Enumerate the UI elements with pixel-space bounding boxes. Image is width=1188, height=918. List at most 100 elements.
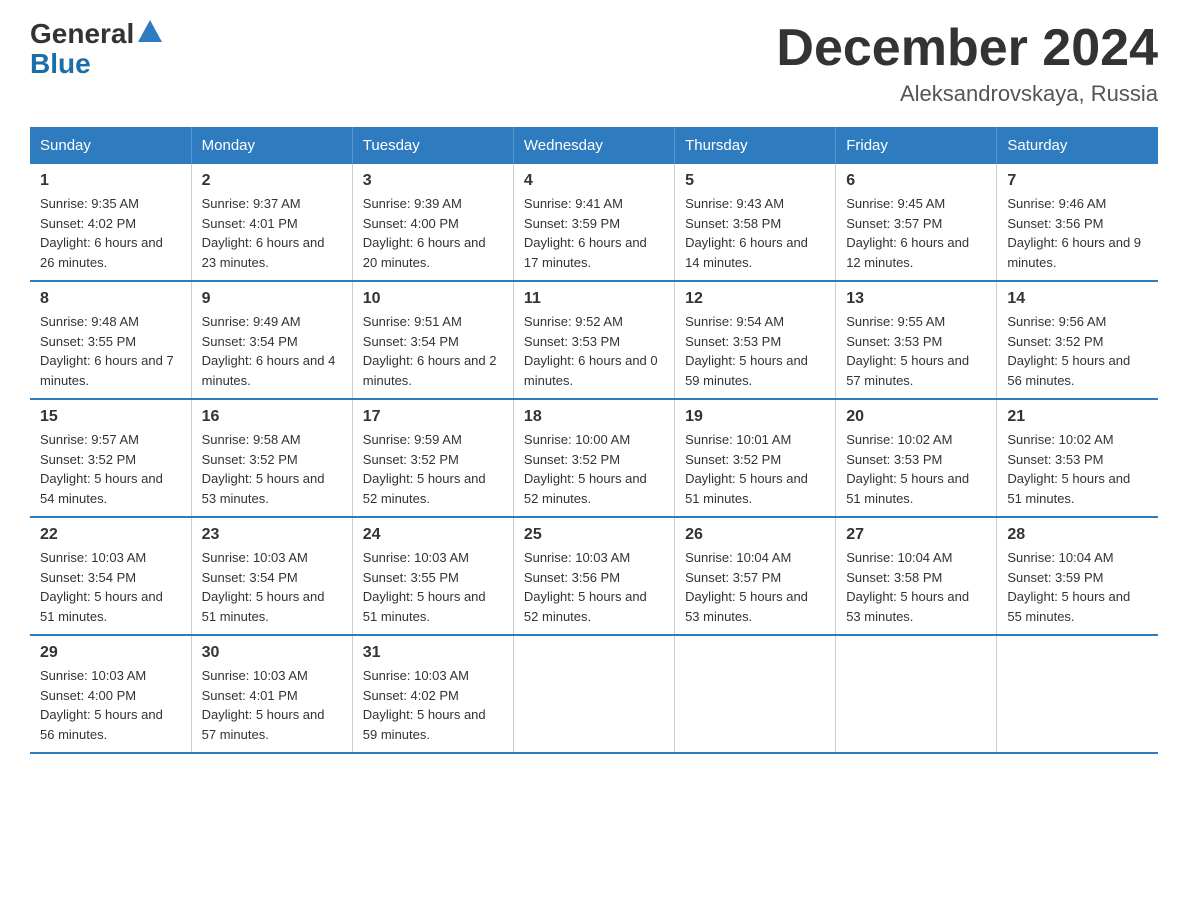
day-number: 19 [685, 408, 825, 426]
day-number: 9 [202, 290, 342, 308]
calendar-week-row: 8 Sunrise: 9:48 AM Sunset: 3:55 PM Dayli… [30, 281, 1158, 399]
calendar-day-cell: 6 Sunrise: 9:45 AM Sunset: 3:57 PM Dayli… [836, 164, 997, 281]
calendar-day-cell: 23 Sunrise: 10:03 AM Sunset: 3:54 PM Day… [191, 517, 352, 635]
day-number: 11 [524, 290, 664, 308]
calendar-day-cell: 19 Sunrise: 10:01 AM Sunset: 3:52 PM Day… [675, 399, 836, 517]
weekday-header-row: SundayMondayTuesdayWednesdayThursdayFrid… [30, 127, 1158, 164]
day-info: Sunrise: 10:03 AM Sunset: 4:00 PM Daylig… [40, 666, 181, 744]
day-info: Sunrise: 10:03 AM Sunset: 3:54 PM Daylig… [40, 548, 181, 626]
calendar-day-cell: 20 Sunrise: 10:02 AM Sunset: 3:53 PM Day… [836, 399, 997, 517]
calendar-day-cell [513, 635, 674, 753]
calendar-day-cell: 29 Sunrise: 10:03 AM Sunset: 4:00 PM Day… [30, 635, 191, 753]
weekday-header: Sunday [30, 127, 191, 164]
day-info: Sunrise: 10:04 AM Sunset: 3:59 PM Daylig… [1007, 548, 1148, 626]
calendar-day-cell: 8 Sunrise: 9:48 AM Sunset: 3:55 PM Dayli… [30, 281, 191, 399]
calendar-day-cell: 28 Sunrise: 10:04 AM Sunset: 3:59 PM Day… [997, 517, 1158, 635]
day-number: 7 [1007, 172, 1148, 190]
calendar-day-cell: 16 Sunrise: 9:58 AM Sunset: 3:52 PM Dayl… [191, 399, 352, 517]
calendar-day-cell: 7 Sunrise: 9:46 AM Sunset: 3:56 PM Dayli… [997, 164, 1158, 281]
calendar-day-cell: 10 Sunrise: 9:51 AM Sunset: 3:54 PM Dayl… [352, 281, 513, 399]
day-info: Sunrise: 9:56 AM Sunset: 3:52 PM Dayligh… [1007, 312, 1148, 390]
calendar-day-cell: 18 Sunrise: 10:00 AM Sunset: 3:52 PM Day… [513, 399, 674, 517]
day-number: 17 [363, 408, 503, 426]
day-number: 6 [846, 172, 986, 190]
day-number: 18 [524, 408, 664, 426]
calendar-week-row: 1 Sunrise: 9:35 AM Sunset: 4:02 PM Dayli… [30, 164, 1158, 281]
calendar-day-cell: 25 Sunrise: 10:03 AM Sunset: 3:56 PM Day… [513, 517, 674, 635]
day-info: Sunrise: 9:41 AM Sunset: 3:59 PM Dayligh… [524, 194, 664, 272]
weekday-header: Saturday [997, 127, 1158, 164]
calendar-day-cell: 17 Sunrise: 9:59 AM Sunset: 3:52 PM Dayl… [352, 399, 513, 517]
day-info: Sunrise: 9:39 AM Sunset: 4:00 PM Dayligh… [363, 194, 503, 272]
day-info: Sunrise: 10:03 AM Sunset: 3:54 PM Daylig… [202, 548, 342, 626]
day-number: 16 [202, 408, 342, 426]
day-number: 31 [363, 644, 503, 662]
calendar-day-cell: 26 Sunrise: 10:04 AM Sunset: 3:57 PM Day… [675, 517, 836, 635]
calendar-day-cell: 11 Sunrise: 9:52 AM Sunset: 3:53 PM Dayl… [513, 281, 674, 399]
calendar-week-row: 22 Sunrise: 10:03 AM Sunset: 3:54 PM Day… [30, 517, 1158, 635]
calendar-day-cell: 2 Sunrise: 9:37 AM Sunset: 4:01 PM Dayli… [191, 164, 352, 281]
day-info: Sunrise: 9:57 AM Sunset: 3:52 PM Dayligh… [40, 430, 181, 508]
calendar-day-cell: 4 Sunrise: 9:41 AM Sunset: 3:59 PM Dayli… [513, 164, 674, 281]
location-text: Aleksandrovskaya, Russia [776, 81, 1158, 107]
calendar-day-cell: 31 Sunrise: 10:03 AM Sunset: 4:02 PM Day… [352, 635, 513, 753]
day-number: 24 [363, 526, 503, 544]
day-number: 21 [1007, 408, 1148, 426]
calendar-week-row: 29 Sunrise: 10:03 AM Sunset: 4:00 PM Day… [30, 635, 1158, 753]
day-number: 12 [685, 290, 825, 308]
day-info: Sunrise: 10:02 AM Sunset: 3:53 PM Daylig… [1007, 430, 1148, 508]
day-number: 14 [1007, 290, 1148, 308]
calendar-table: SundayMondayTuesdayWednesdayThursdayFrid… [30, 127, 1158, 754]
calendar-day-cell [997, 635, 1158, 753]
day-info: Sunrise: 9:46 AM Sunset: 3:56 PM Dayligh… [1007, 194, 1148, 272]
day-number: 2 [202, 172, 342, 190]
day-info: Sunrise: 10:04 AM Sunset: 3:58 PM Daylig… [846, 548, 986, 626]
calendar-day-cell: 3 Sunrise: 9:39 AM Sunset: 4:00 PM Dayli… [352, 164, 513, 281]
day-number: 10 [363, 290, 503, 308]
logo-blue-text: Blue [30, 48, 91, 80]
weekday-header: Thursday [675, 127, 836, 164]
calendar-day-cell: 27 Sunrise: 10:04 AM Sunset: 3:58 PM Day… [836, 517, 997, 635]
day-info: Sunrise: 9:55 AM Sunset: 3:53 PM Dayligh… [846, 312, 986, 390]
calendar-day-cell: 22 Sunrise: 10:03 AM Sunset: 3:54 PM Day… [30, 517, 191, 635]
day-info: Sunrise: 10:02 AM Sunset: 3:53 PM Daylig… [846, 430, 986, 508]
day-info: Sunrise: 9:45 AM Sunset: 3:57 PM Dayligh… [846, 194, 986, 272]
day-info: Sunrise: 10:01 AM Sunset: 3:52 PM Daylig… [685, 430, 825, 508]
page-header: General Blue December 2024 Aleksandrovsk… [30, 20, 1158, 107]
day-number: 5 [685, 172, 825, 190]
weekday-header: Wednesday [513, 127, 674, 164]
logo: General Blue [30, 20, 164, 80]
day-info: Sunrise: 9:52 AM Sunset: 3:53 PM Dayligh… [524, 312, 664, 390]
calendar-day-cell: 5 Sunrise: 9:43 AM Sunset: 3:58 PM Dayli… [675, 164, 836, 281]
calendar-day-cell: 12 Sunrise: 9:54 AM Sunset: 3:53 PM Dayl… [675, 281, 836, 399]
day-number: 1 [40, 172, 181, 190]
day-number: 26 [685, 526, 825, 544]
day-number: 30 [202, 644, 342, 662]
calendar-day-cell: 15 Sunrise: 9:57 AM Sunset: 3:52 PM Dayl… [30, 399, 191, 517]
title-block: December 2024 Aleksandrovskaya, Russia [776, 20, 1158, 107]
day-number: 29 [40, 644, 181, 662]
calendar-day-cell: 9 Sunrise: 9:49 AM Sunset: 3:54 PM Dayli… [191, 281, 352, 399]
day-info: Sunrise: 10:03 AM Sunset: 4:01 PM Daylig… [202, 666, 342, 744]
weekday-header: Monday [191, 127, 352, 164]
weekday-header: Friday [836, 127, 997, 164]
day-info: Sunrise: 9:54 AM Sunset: 3:53 PM Dayligh… [685, 312, 825, 390]
day-info: Sunrise: 9:49 AM Sunset: 3:54 PM Dayligh… [202, 312, 342, 390]
day-info: Sunrise: 9:51 AM Sunset: 3:54 PM Dayligh… [363, 312, 503, 390]
day-info: Sunrise: 10:04 AM Sunset: 3:57 PM Daylig… [685, 548, 825, 626]
day-info: Sunrise: 9:43 AM Sunset: 3:58 PM Dayligh… [685, 194, 825, 272]
day-number: 15 [40, 408, 181, 426]
calendar-day-cell: 24 Sunrise: 10:03 AM Sunset: 3:55 PM Day… [352, 517, 513, 635]
calendar-day-cell: 1 Sunrise: 9:35 AM Sunset: 4:02 PM Dayli… [30, 164, 191, 281]
calendar-day-cell: 21 Sunrise: 10:02 AM Sunset: 3:53 PM Day… [997, 399, 1158, 517]
day-info: Sunrise: 9:48 AM Sunset: 3:55 PM Dayligh… [40, 312, 181, 390]
day-number: 3 [363, 172, 503, 190]
day-number: 22 [40, 526, 181, 544]
day-info: Sunrise: 10:03 AM Sunset: 3:56 PM Daylig… [524, 548, 664, 626]
calendar-day-cell [836, 635, 997, 753]
calendar-day-cell [675, 635, 836, 753]
day-number: 25 [524, 526, 664, 544]
day-number: 28 [1007, 526, 1148, 544]
calendar-day-cell: 13 Sunrise: 9:55 AM Sunset: 3:53 PM Dayl… [836, 281, 997, 399]
calendar-day-cell: 30 Sunrise: 10:03 AM Sunset: 4:01 PM Day… [191, 635, 352, 753]
